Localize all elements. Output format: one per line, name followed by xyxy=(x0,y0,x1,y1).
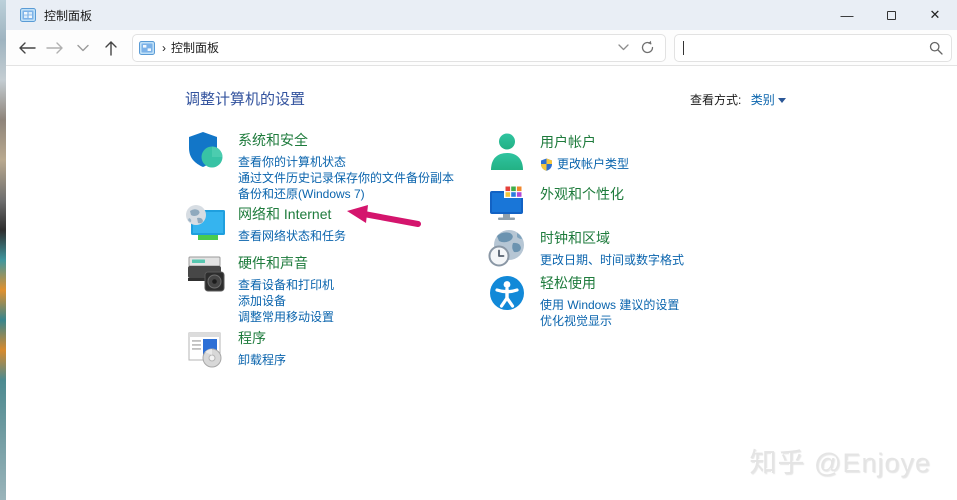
user-accounts-icon[interactable] xyxy=(487,132,529,172)
category-hardware-sound: 硬件和声音 查看设备和打印机 添加设备 调整常用移动设置 xyxy=(185,253,334,325)
category-title-clock-region[interactable]: 时钟和区域 xyxy=(540,228,684,248)
category-title-network-internet[interactable]: 网络和 Internet xyxy=(238,204,346,224)
hardware-sound-icon[interactable] xyxy=(185,253,227,293)
category-ease-of-access: 轻松使用 使用 Windows 建议的设置 优化视觉显示 xyxy=(487,273,679,329)
back-button[interactable] xyxy=(14,35,40,61)
task-link-suggested-settings[interactable]: 使用 Windows 建议的设置 xyxy=(540,297,679,313)
view-by-label: 查看方式: xyxy=(690,93,742,107)
address-dropdown-button[interactable] xyxy=(611,36,635,60)
category-title-appearance-personalization[interactable]: 外观和个性化 xyxy=(540,184,624,204)
text-cursor xyxy=(683,40,684,55)
task-link-uninstall-program[interactable]: 卸载程序 xyxy=(238,352,286,368)
up-icon xyxy=(105,40,117,56)
up-button[interactable] xyxy=(98,35,124,61)
chevron-down-icon xyxy=(617,44,629,51)
annotation-arrow xyxy=(347,205,421,227)
breadcrumb-control-panel[interactable]: 控制面板 xyxy=(171,39,219,56)
control-panel-window: 控制面板 — ✕ › 控制面板 调整计算机的设置 查看方式: 类别 系统和安全 … xyxy=(6,0,957,500)
control-panel-icon xyxy=(20,8,36,22)
programs-icon[interactable] xyxy=(185,328,227,368)
task-link-add-device[interactable]: 添加设备 xyxy=(238,293,334,309)
category-title-hardware-sound[interactable]: 硬件和声音 xyxy=(238,253,334,273)
page-title: 调整计算机的设置 xyxy=(185,91,306,108)
task-link-backup-restore[interactable]: 备份和还原(Windows 7) xyxy=(238,186,454,202)
task-link-devices-printers[interactable]: 查看设备和打印机 xyxy=(238,277,334,293)
system-security-icon[interactable] xyxy=(185,130,227,170)
address-bar[interactable]: › 控制面板 xyxy=(132,33,666,62)
task-link-computer-status[interactable]: 查看你的计算机状态 xyxy=(238,154,454,170)
clock-region-icon[interactable] xyxy=(487,228,529,268)
recent-locations-button[interactable] xyxy=(70,35,96,61)
category-title-user-accounts[interactable]: 用户帐户 xyxy=(540,132,629,152)
navigation-toolbar: › 控制面板 xyxy=(6,30,957,66)
task-link-change-date-time[interactable]: 更改日期、时间或数字格式 xyxy=(540,252,684,268)
view-by-control: 查看方式: 类别 xyxy=(690,91,786,108)
search-icon xyxy=(929,41,943,55)
category-system-security: 系统和安全 查看你的计算机状态 通过文件历史记录保存你的文件备份副本 备份和还原… xyxy=(185,130,454,202)
dropdown-arrow-icon xyxy=(777,98,786,104)
close-button[interactable]: ✕ xyxy=(913,0,957,30)
title-bar: 控制面板 — ✕ xyxy=(6,0,957,30)
task-link-change-account-type[interactable]: 更改帐户类型 xyxy=(540,156,629,172)
control-panel-home: 调整计算机的设置 查看方式: 类别 系统和安全 查看你的计算机状态 通过文件历史… xyxy=(6,67,957,500)
ease-of-access-icon[interactable] xyxy=(487,273,529,313)
category-clock-region: 时钟和区域 更改日期、时间或数字格式 xyxy=(487,228,684,268)
window-title: 控制面板 xyxy=(44,8,93,23)
breadcrumb-separator: › xyxy=(162,40,166,55)
category-title-system-security[interactable]: 系统和安全 xyxy=(238,130,454,150)
task-link-file-history[interactable]: 通过文件历史记录保存你的文件备份副本 xyxy=(238,170,454,186)
task-link-mobility-settings[interactable]: 调整常用移动设置 xyxy=(238,309,334,325)
maximize-button[interactable] xyxy=(869,0,913,30)
view-by-dropdown[interactable]: 类别 xyxy=(751,93,775,107)
minimize-button[interactable]: — xyxy=(825,0,869,30)
task-link-label: 更改帐户类型 xyxy=(557,157,630,171)
maximize-icon xyxy=(886,10,896,20)
refresh-icon xyxy=(641,40,653,54)
appearance-personalization-icon[interactable] xyxy=(487,184,529,224)
category-appearance-personalization: 外观和个性化 xyxy=(487,184,624,224)
breadcrumb-location-icon xyxy=(139,40,155,55)
watermark: 知乎 @Enjoye xyxy=(749,448,931,478)
search-input[interactable] xyxy=(674,33,952,62)
category-network-internet: 网络和 Internet 查看网络状态和任务 xyxy=(185,204,346,244)
forward-button[interactable] xyxy=(42,35,68,61)
task-link-network-status[interactable]: 查看网络状态和任务 xyxy=(238,228,346,244)
chevron-down-icon xyxy=(77,44,89,51)
category-programs: 程序 卸载程序 xyxy=(185,328,286,368)
network-internet-icon[interactable] xyxy=(185,204,227,244)
category-user-accounts: 用户帐户 更改帐户类型 xyxy=(487,132,629,172)
task-link-optimize-visual[interactable]: 优化视觉显示 xyxy=(540,313,679,329)
category-title-ease-of-access[interactable]: 轻松使用 xyxy=(540,273,679,293)
category-title-programs[interactable]: 程序 xyxy=(238,328,286,348)
back-icon xyxy=(19,41,36,54)
refresh-button[interactable] xyxy=(635,36,659,60)
forward-icon xyxy=(46,41,63,54)
uac-shield-icon xyxy=(541,158,552,171)
